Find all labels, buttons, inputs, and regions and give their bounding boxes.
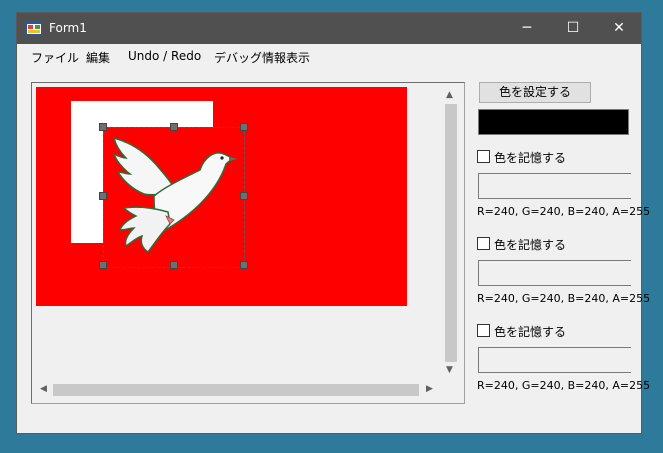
scroll-up-icon[interactable]: ▲ — [446, 91, 453, 100]
resize-handle-top[interactable] — [170, 123, 178, 131]
vertical-scroll-thumb[interactable] — [445, 104, 457, 362]
window-title: Form1 — [49, 21, 87, 35]
main-window: Form1 ─ ☐ ✕ ファイル 編集 Undo / Redo デバッグ情報表示 — [16, 12, 650, 434]
memory-slot-2-label: 色を記憶する — [494, 238, 567, 252]
memory-slot-2-swatch[interactable] — [478, 260, 631, 286]
set-color-button[interactable]: 色を設定する — [479, 82, 591, 103]
close-button[interactable]: ✕ — [596, 13, 642, 44]
memory-slot-3-rgba: R=240, G=240, B=240, A=255 — [477, 379, 651, 392]
drawing-canvas[interactable] — [36, 87, 407, 306]
minimize-button[interactable]: ─ — [504, 13, 550, 44]
horizontal-scrollbar[interactable]: ◀ ▶ — [36, 381, 442, 398]
memory-slot-1-label: 色を記憶する — [494, 151, 567, 165]
resize-handle-bottom-left[interactable] — [99, 261, 107, 269]
scroll-right-icon[interactable]: ▶ — [426, 385, 433, 394]
vertical-scrollbar[interactable]: ▲ ▼ — [442, 87, 459, 379]
scroll-left-icon[interactable]: ◀ — [40, 385, 47, 394]
resize-handle-left[interactable] — [99, 192, 107, 200]
scroll-down-icon[interactable]: ▼ — [446, 366, 453, 375]
maximize-button[interactable]: ☐ — [550, 13, 596, 44]
resize-handle-right[interactable] — [240, 192, 248, 200]
dove-image — [112, 136, 238, 254]
canvas-panel: ▲ ▼ ◀ ▶ — [31, 82, 465, 404]
memory-slot-1-swatch[interactable] — [478, 173, 631, 199]
menu-bar: ファイル 編集 Undo / Redo デバッグ情報表示 — [17, 44, 641, 68]
horizontal-scroll-thumb[interactable] — [53, 384, 419, 396]
app-icon — [26, 21, 42, 35]
memory-slot-2-checkbox[interactable] — [477, 237, 490, 250]
title-bar[interactable]: Form1 ─ ☐ ✕ — [17, 13, 641, 44]
memory-slot-1-rgba: R=240, G=240, B=240, A=255 — [477, 205, 651, 218]
current-color-swatch[interactable] — [478, 109, 629, 135]
selected-image[interactable] — [99, 123, 248, 269]
menu-file[interactable]: ファイル — [31, 49, 79, 66]
memory-slot-3-checkbox[interactable] — [477, 324, 490, 337]
resize-handle-bottom[interactable] — [170, 261, 178, 269]
menu-undo-redo[interactable]: Undo / Redo — [128, 49, 201, 63]
menu-edit[interactable]: 編集 — [86, 49, 110, 66]
resize-handle-top-left[interactable] — [99, 123, 107, 131]
memory-slot-3-swatch[interactable] — [478, 347, 631, 373]
memory-slot-2-rgba: R=240, G=240, B=240, A=255 — [477, 292, 651, 305]
memory-slot-3-label: 色を記憶する — [494, 325, 567, 339]
memory-slot-1-checkbox[interactable] — [477, 150, 490, 163]
resize-handle-bottom-right[interactable] — [240, 261, 248, 269]
menu-debug-info[interactable]: デバッグ情報表示 — [214, 49, 310, 66]
resize-handle-top-right[interactable] — [240, 123, 248, 131]
